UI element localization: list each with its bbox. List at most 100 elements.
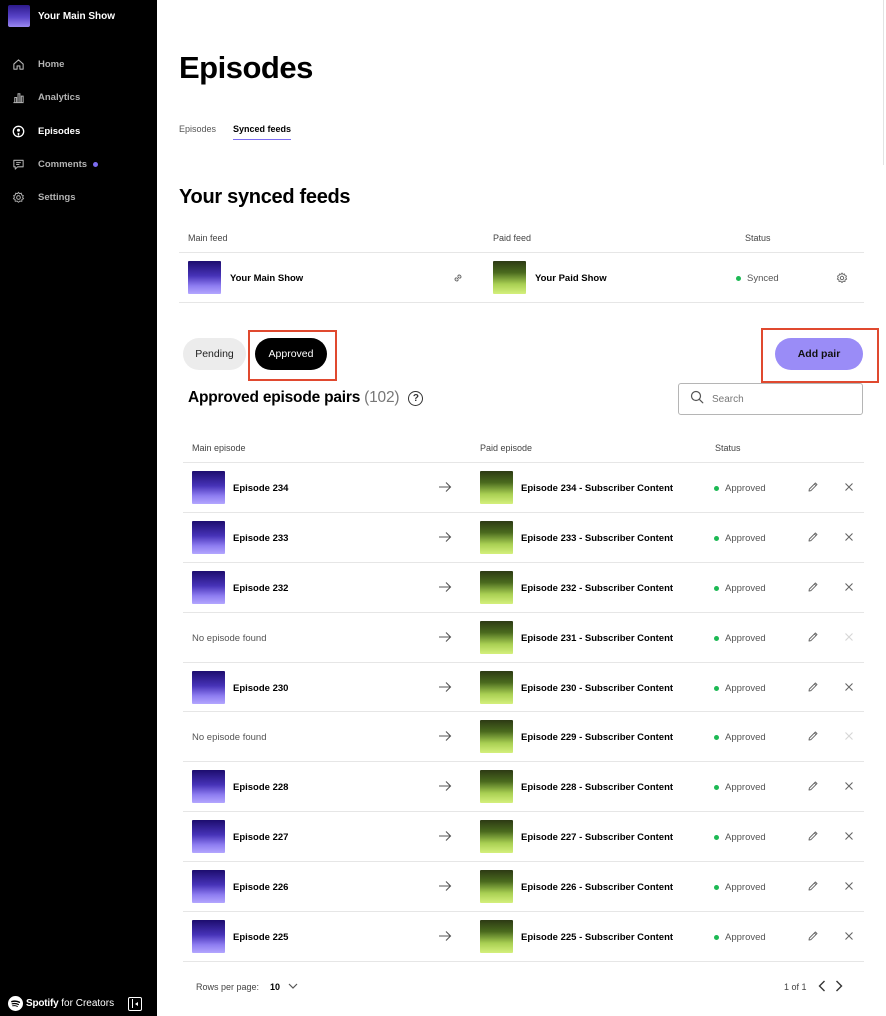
paid-episode-name: Episode 231 - Subscriber Content [521,632,674,644]
main-episode-artwork [192,870,225,904]
paid-episode-artwork [480,570,513,604]
main-content: Episodes Episodes Synced feeds Your sync… [157,0,886,1016]
arrow-right-icon [438,481,452,493]
close-icon[interactable] [843,581,855,593]
chevron-left-icon[interactable] [816,979,828,993]
close-icon[interactable] [843,481,855,493]
status-dot [736,275,741,281]
paid-episode-artwork [480,770,513,804]
sidebar-item-label: Episodes [38,125,81,137]
edit-icon[interactable] [807,531,819,543]
edit-icon[interactable] [807,930,819,942]
close-icon [843,631,855,643]
arrow-right-icon [438,631,452,643]
paid-episode-artwork [480,720,513,754]
search-field[interactable] [678,383,863,415]
arrow-right-icon [438,581,452,593]
paid-episode-name: Episode 227 - Subscriber Content [521,832,674,844]
tab-episodes[interactable]: Episodes [179,124,216,140]
arrow-right-icon [438,681,452,693]
table-row: Episode 225 Episode 225 - Subscriber Cont… [183,912,864,962]
synced-feeds-title: Your synced feeds [179,186,351,208]
edit-icon[interactable] [807,730,819,742]
collapse-sidebar-icon[interactable] [128,997,142,1011]
edit-icon[interactable] [807,631,819,643]
sidebar-item-home[interactable]: Home [0,48,157,81]
table-row: No episode found Episode 229 - Subscriber… [183,712,864,763]
status-badge: Synced [736,273,779,284]
main-episode-name: Episode 232 [233,582,289,594]
sidebar-item-episodes[interactable]: Episodes [0,115,157,148]
no-episode-found: No episode found [192,732,267,744]
table-row: No episode found Episode 231 - Subscriber… [183,613,864,663]
sidebar-item-analytics[interactable]: Analytics [0,81,157,114]
paid-episode-name: Episode 232 - Subscriber Content [521,582,674,594]
arrow-right-icon [438,780,452,792]
close-icon[interactable] [843,780,855,792]
table-row: Your Main Show Your Paid Show Synced [179,253,864,303]
table-row: Episode 227 Episode 227 - Subscriber Cont… [183,812,864,863]
sidebar-item-settings[interactable]: Settings [0,181,157,214]
paid-episode-name: Episode 233 - Subscriber Content [521,532,674,544]
edit-icon[interactable] [807,880,819,892]
tab-synced-feeds[interactable]: Synced feeds [233,124,292,140]
search-input[interactable] [712,393,852,405]
edit-icon[interactable] [807,830,819,842]
edit-icon[interactable] [807,681,819,693]
paid-feed-name: Your Paid Show [535,273,607,284]
paid-episode-artwork [480,920,513,954]
filter-pending[interactable]: Pending [183,338,246,370]
status-badge: Approved [714,732,766,743]
chevron-right-icon[interactable] [833,979,845,993]
status-badge: Approved [714,683,766,694]
pairs-title: Approved episode pairs [188,389,361,406]
paid-episode-artwork [480,670,513,704]
close-icon[interactable] [843,880,855,892]
arrow-right-icon [438,730,452,742]
show-title: Your Main Show [38,10,116,22]
paid-episode-name: Episode 234 - Subscriber Content [521,483,674,494]
column-main-episode: Main episode [192,443,246,453]
close-icon[interactable] [843,531,855,543]
episode-pairs-table: Main episode Paid episode Status Episode… [183,435,864,962]
rows-per-page-select[interactable]: 10 [270,982,280,992]
status-dot [714,685,719,691]
paid-episode-artwork [480,820,513,854]
status-badge: Approved [714,932,766,943]
divider [883,0,884,165]
status-badge: Approved [714,533,766,544]
edit-icon[interactable] [807,780,819,792]
close-icon[interactable] [843,930,855,942]
main-episode-artwork [192,820,225,854]
sidebar-item-label: Comments [38,159,88,171]
close-icon[interactable] [843,830,855,842]
pairs-heading: Approved episode pairs (102) ? [188,389,424,407]
edit-icon[interactable] [807,581,819,593]
status-dot [714,485,719,491]
table-row: Episode 228 Episode 228 - Subscriber Cont… [183,762,864,813]
main-episode-name: Episode 230 [233,682,289,694]
comments-icon [12,158,25,171]
show-artwork [8,5,30,27]
paid-episode-name: Episode 229 - Subscriber Content [521,732,674,744]
main-episode-name: Episode 228 [233,782,289,794]
main-episode-artwork [192,471,225,504]
gear-icon[interactable] [836,272,848,284]
help-icon[interactable]: ? [408,390,424,406]
status-dot [714,585,719,591]
show-switcher[interactable]: Your Main Show [8,5,115,27]
episodes-icon [12,125,25,138]
main-episode-name: Episode 234 [233,483,289,494]
pagination: Rows per page: 10 1 of 1 [183,975,864,1001]
sidebar-item-label: Home [38,59,65,71]
chevron-down-icon[interactable] [287,981,299,991]
column-paid-feed: Paid feed [493,233,532,243]
edit-icon[interactable] [807,481,819,493]
paid-episode-artwork [480,471,513,504]
column-status: Status [715,443,741,453]
close-icon[interactable] [843,681,855,693]
status-badge: Approved [714,483,766,494]
main-episode-artwork [192,670,225,704]
sidebar-item-label: Analytics [38,92,81,104]
sidebar-item-comments[interactable]: Comments [0,148,157,181]
